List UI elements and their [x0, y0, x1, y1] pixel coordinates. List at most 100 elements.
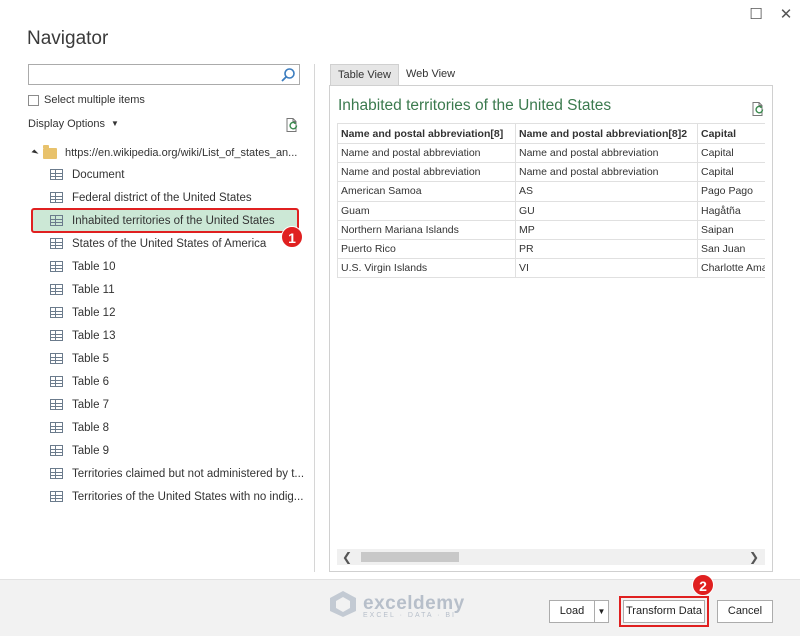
tree-item-label: Table 11	[72, 283, 115, 296]
table-icon	[50, 468, 63, 479]
table-cell: Capital	[697, 142, 765, 164]
horizontal-scrollbar[interactable]: ❮ ❯	[337, 549, 765, 565]
table-icon	[50, 445, 63, 456]
tree-item[interactable]: Table 7	[28, 393, 308, 416]
window-title: Navigator	[27, 28, 109, 49]
table-row: American Samoa AS Pago Pago	[337, 181, 765, 202]
table-icon	[50, 330, 63, 341]
search-icon[interactable]	[280, 67, 296, 83]
table-cell: Charlotte Ama	[697, 258, 765, 279]
scroll-left-icon[interactable]: ❮	[342, 549, 352, 565]
table-cell: Puerto Rico	[337, 238, 516, 260]
table-cell: Saipan	[697, 219, 765, 240]
view-tabs: Table View Web View	[330, 64, 462, 85]
tree-items: Document Federal district of the United S…	[28, 163, 308, 508]
tree-item[interactable]: Territories of the United States with no…	[28, 485, 308, 508]
table-cell: San Juan	[697, 238, 765, 260]
tree-item-label: Table 5	[72, 352, 110, 365]
table-cell: AS	[515, 181, 698, 202]
table-cell: PR	[515, 238, 698, 260]
tree-item[interactable]: Territories claimed but not administered…	[28, 462, 308, 485]
tree-item-label: Table 8	[72, 421, 110, 434]
table-icon	[50, 261, 63, 272]
tab-web-view[interactable]: Web View	[399, 64, 462, 85]
expand-triangle-icon[interactable]	[31, 149, 39, 157]
table-icon	[50, 169, 63, 180]
table-cell: Guam	[337, 200, 516, 221]
table-icon	[50, 422, 63, 433]
display-options-dropdown[interactable]: Display Options ▼	[28, 118, 119, 130]
table-icon	[50, 491, 63, 502]
checkbox-box[interactable]	[28, 94, 39, 106]
table-cell: Hagåtña	[697, 200, 765, 221]
tree-item[interactable]: Table 13	[28, 324, 308, 347]
table-icon	[50, 353, 63, 364]
tree-item[interactable]: Table 8	[28, 416, 308, 439]
table-row: Northern Mariana Islands MP Saipan	[337, 219, 765, 240]
caret-down-icon: ▼	[111, 119, 119, 128]
table-cell: Name and postal abbreviation	[337, 142, 516, 164]
table-row: U.S. Virgin Islands VI Charlotte Ama	[337, 258, 765, 279]
annotation-badge-2: 2	[692, 574, 714, 596]
tree-item-label: Table 7	[72, 398, 110, 411]
transform-data-button[interactable]: Transform Data	[619, 596, 709, 627]
cancel-button[interactable]: Cancel	[717, 600, 773, 623]
table-row: Guam GU Hagåtña	[337, 200, 765, 221]
table-cell: Name and postal abbreviation	[515, 162, 698, 183]
table-icon	[50, 399, 63, 410]
tree-item-label: Territories of the United States with no…	[72, 490, 304, 503]
table-cell: Name and postal abbreviation	[515, 142, 698, 164]
preview-title: Inhabited territories of the United Stat…	[338, 97, 612, 114]
select-multiple-label: Select multiple items	[44, 94, 145, 106]
column-header[interactable]: Name and postal abbreviation[8]	[337, 123, 516, 144]
table-cell: American Samoa	[337, 181, 516, 202]
table-icon	[50, 284, 63, 295]
tree-item[interactable]: Table 6	[28, 370, 308, 393]
tree-root-node[interactable]: https://en.wikipedia.org/wiki/List_of_st…	[31, 143, 298, 163]
preview-panel: Inhabited territories of the United Stat…	[329, 85, 773, 572]
tree-item[interactable]: Table 10	[28, 255, 308, 278]
search-input[interactable]	[28, 64, 300, 85]
table-cell: MP	[515, 219, 698, 240]
tree-item[interactable]: Table 9	[28, 439, 308, 462]
table-cell: Capital	[697, 162, 765, 183]
tree-item-label: Territories claimed but not administered…	[72, 467, 305, 480]
table-icon	[50, 376, 63, 387]
tree-item[interactable]: Federal district of the United States	[28, 186, 308, 209]
load-button[interactable]: Load	[549, 600, 595, 623]
close-icon[interactable]: ✕	[776, 5, 796, 23]
table-row: Name and postal abbreviation Name and pos…	[337, 142, 765, 164]
tree-item[interactable]: States of the United States of America	[28, 232, 308, 255]
scrollbar-thumb[interactable]	[361, 552, 459, 562]
tree-item[interactable]: Document	[28, 163, 308, 186]
logo-icon	[330, 591, 356, 617]
tree-item-label: Federal district of the United States	[72, 191, 252, 204]
preview-table-container: Name and postal abbreviation[8] Name and …	[337, 123, 765, 548]
maximize-icon[interactable]: ☐	[746, 5, 766, 23]
tree-item[interactable]: Table 11	[28, 278, 308, 301]
tree-item[interactable]: Table 12	[28, 301, 308, 324]
column-header[interactable]: Name and postal abbreviation[8]2	[515, 123, 698, 144]
refresh-icon[interactable]	[750, 101, 766, 117]
table-cell: GU	[515, 200, 698, 221]
tree-item-label: Table 10	[72, 260, 116, 273]
tab-table-view[interactable]: Table View	[330, 64, 399, 85]
column-header[interactable]: Capital	[697, 123, 765, 144]
annotation-badge-1: 1	[281, 226, 303, 248]
tree-item[interactable]: Table 5	[28, 347, 308, 370]
table-cell: U.S. Virgin Islands	[337, 258, 516, 279]
tree-item[interactable]: Inhabited territories of the United Stat…	[31, 208, 299, 233]
table-cell: Northern Mariana Islands	[337, 219, 516, 240]
tree-item-label: Table 13	[72, 329, 116, 342]
refresh-icon[interactable]	[284, 117, 300, 133]
footer-bar: exceldemy EXCEL · DATA · BI Load ▼ Trans…	[0, 574, 800, 636]
table-cell: Pago Pago	[697, 181, 765, 202]
scroll-right-icon[interactable]: ❯	[749, 549, 759, 565]
tree-item-label: Table 6	[72, 375, 110, 388]
table-row: Name and postal abbreviation Name and pos…	[337, 162, 765, 183]
root-url-label: https://en.wikipedia.org/wiki/List_of_st…	[65, 147, 298, 159]
panel-divider	[314, 64, 315, 572]
load-dropdown-button[interactable]: ▼	[594, 600, 609, 623]
table-cell: VI	[515, 258, 698, 279]
select-multiple-checkbox[interactable]: Select multiple items	[28, 94, 145, 106]
